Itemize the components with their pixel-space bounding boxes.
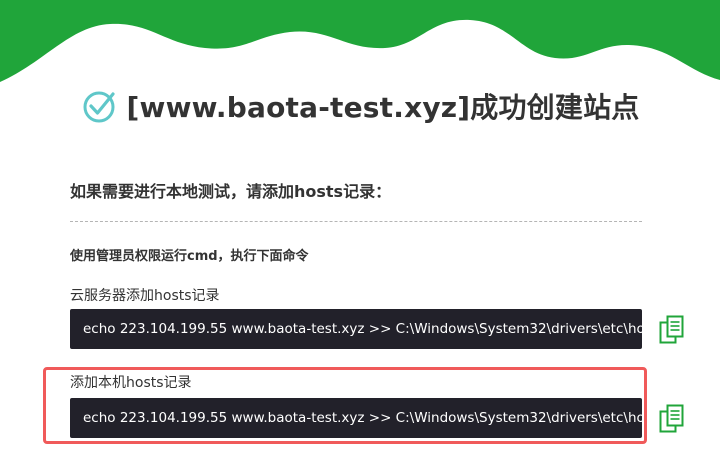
copy-local-command-button[interactable] — [659, 404, 685, 434]
cloud-hosts-command-box[interactable]: echo 223.104.199.55 www.baota-test.xyz >… — [70, 309, 642, 349]
copy-icon — [659, 315, 684, 344]
header-wave — [0, 0, 720, 82]
local-hosts-command: echo 223.104.199.55 www.baota-test.xyz >… — [83, 410, 642, 426]
cloud-hosts-label: 云服务器添加hosts记录 — [70, 288, 220, 304]
hosts-section-heading: 如果需要进行本地测试，请添加hosts记录： — [70, 182, 392, 201]
dashed-divider — [70, 221, 642, 222]
page-title: [www.baota-test.xyz]成功创建站点 — [126, 91, 640, 124]
copy-icon — [659, 404, 684, 433]
success-header: [www.baota-test.xyz]成功创建站点 — [0, 86, 720, 126]
check-circle-icon — [83, 91, 115, 123]
cloud-hosts-command: echo 223.104.199.55 www.baota-test.xyz >… — [83, 321, 642, 337]
local-hosts-label: 添加本机hosts记录 — [70, 375, 192, 391]
copy-cloud-command-button[interactable] — [659, 315, 685, 345]
local-hosts-command-box[interactable]: echo 223.104.199.55 www.baota-test.xyz >… — [70, 398, 642, 438]
cmd-instruction: 使用管理员权限运行cmd，执行下面命令 — [70, 249, 309, 264]
